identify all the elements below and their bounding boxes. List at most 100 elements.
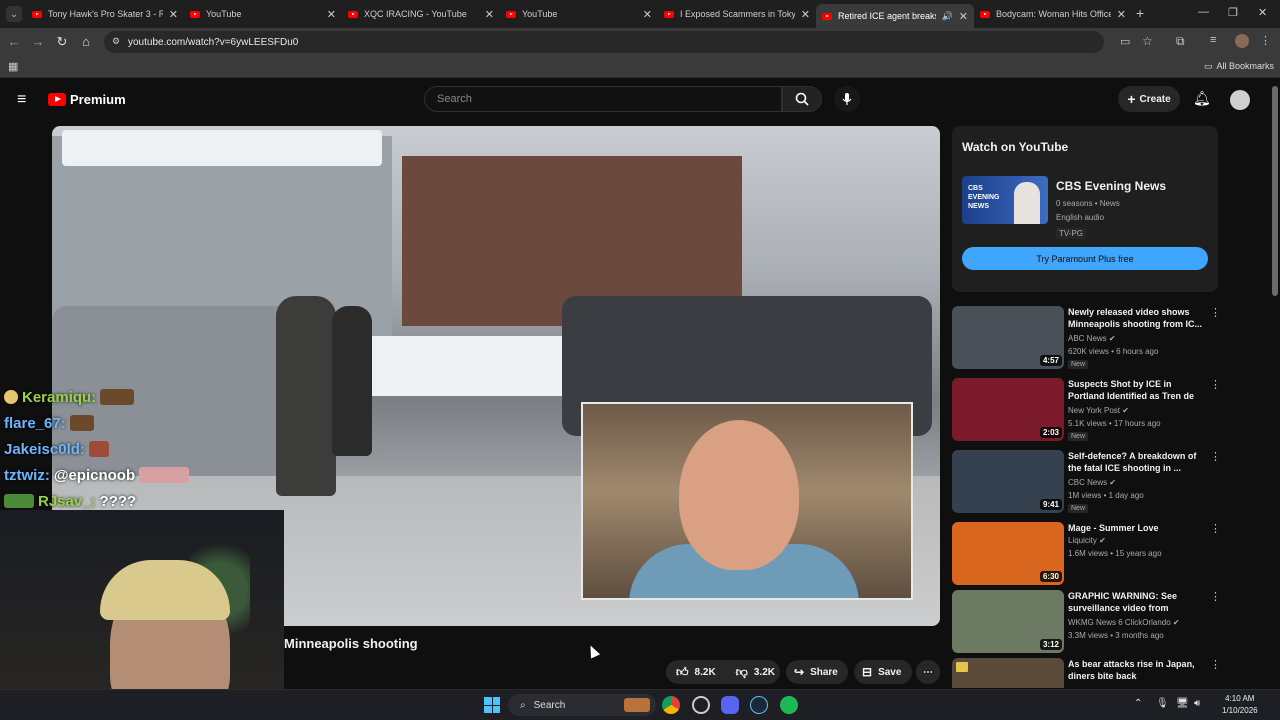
channel-name[interactable]: WKMG News 6 ClickOrlando ✔ [1068,618,1180,627]
browser-tab[interactable]: Tony Hawk's Pro Skater 3 - Rod ✕ [26,4,184,24]
windows-taskbar: ⌕ Search ⌃ 🎙︎ 🖥︎ 🔊︎ 4:10 AM 1/10/2026 [0,689,1280,720]
recommended-title[interactable]: Self-defence? A breakdown of the fatal I… [1068,450,1204,474]
search-button[interactable] [782,86,822,112]
anchor-figure [1014,182,1040,224]
tray-network-icon[interactable]: 🖥︎ [1176,698,1189,709]
media-controls-icon[interactable]: ≡ [1210,34,1216,46]
browser-tab[interactable]: YouTube ✕ [500,4,658,24]
taskbar-search[interactable]: ⌕ Search [508,694,656,716]
cast-icon[interactable]: ▭ [1120,35,1130,48]
recommended-video[interactable]: 2:03 Suspects Shot by ICE in Portland Id… [952,378,1221,444]
recommended-title[interactable]: Mage - Summer Love [1068,522,1204,534]
back-arrow-icon[interactable]: ← [6,34,22,49]
recommended-video[interactable]: 3:12 GRAPHIC WARNING: See surveillance v… [952,590,1221,656]
badge-icon [4,390,18,404]
windows-start-icon[interactable] [484,697,500,713]
try-paramount-button[interactable]: Try Paramount Plus free [962,247,1208,270]
bookmark-star-icon[interactable]: ☆ [1142,34,1153,48]
channel-name[interactable]: New York Post ✔ [1068,406,1129,415]
browser-tab-active[interactable]: Retired ICE agent breaks do🔊✕ [816,4,974,28]
caption-icon[interactable] [956,662,968,672]
speaker-icon[interactable]: 🔊 [942,11,953,22]
reload-icon[interactable]: ↻ [54,34,70,50]
recommended-title[interactable]: GRAPHIC WARNING: See surveillance video … [1068,590,1204,616]
new-tab-button[interactable]: + [1136,5,1144,21]
more-vertical-icon[interactable]: ⋮ [1210,522,1221,535]
more-vertical-icon[interactable]: ⋮ [1210,590,1221,603]
close-tab-icon[interactable]: ✕ [1117,8,1126,21]
more-vertical-icon[interactable]: ⋮ [1210,450,1221,463]
chrome-icon[interactable] [662,696,680,714]
channel-name[interactable]: CBC News ✔ [1068,478,1116,487]
browser-tab[interactable]: XQC IRACING - YouTube ✕ [342,4,500,24]
forward-arrow-icon[interactable]: → [30,34,46,49]
recommended-title[interactable]: As bear attacks rise in Japan, diners bi… [1068,658,1204,682]
create-button[interactable]: + Create [1118,86,1180,112]
close-tab-icon[interactable]: ✕ [169,8,178,21]
close-window-button[interactable]: ✕ [1258,6,1267,19]
notifications-bell-icon[interactable]: 🔔︎ [1193,90,1211,107]
recommended-video[interactable]: As bear attacks rise in Japan, diners bi… [952,658,1218,688]
recommended-video[interactable]: 6:30 Mage - Summer Love Liquicity ✔ 1.6M… [952,522,1221,588]
profile-avatar[interactable] [1235,34,1249,48]
cbs-thumbnail[interactable]: CBS EVENING NEWS [962,176,1048,224]
video-thumbnail[interactable] [952,658,1064,688]
extensions-icon[interactable]: ⧉ [1176,34,1185,49]
tray-volume-icon[interactable]: 🔊︎ [1194,698,1200,709]
mouse-cursor-icon [585,643,601,659]
search-icon [795,92,809,106]
browser-tab[interactable]: I Exposed Scammers in Tokyo! ✕ [658,4,816,24]
badge-icon [4,494,34,508]
discord-icon[interactable] [721,696,739,714]
more-vertical-icon[interactable]: ⋮ [1210,306,1221,319]
browser-menu-icon[interactable]: ⋮ [1260,34,1271,47]
site-info-icon[interactable]: ⚙ [112,36,120,47]
address-bar: ← → ↻ ⌂ ⚙ youtube.com/watch?v=6ywLEESFDu… [0,28,1280,56]
close-tab-icon[interactable]: ✕ [327,8,336,21]
microphone-icon [842,93,852,105]
save-button[interactable]: ⊟ Save [854,660,912,684]
duration-badge: 6:30 [1039,571,1062,582]
dislike-button[interactable]: 👎︎ 3.2K [736,665,775,680]
new-badge: New [1068,504,1089,513]
more-actions-button[interactable]: ⋯ [916,660,940,684]
minimize-button[interactable]: — [1198,6,1209,18]
home-icon[interactable]: ⌂ [78,34,94,49]
close-tab-icon[interactable]: ✕ [959,10,968,23]
all-bookmarks-button[interactable]: ▭ All Bookmarks [1204,61,1274,72]
restore-button[interactable]: ❐ [1228,6,1238,19]
recommended-video[interactable]: 9:41 Self-defence? A breakdown of the fa… [952,450,1221,516]
close-tab-icon[interactable]: ✕ [801,8,810,21]
browser-tab[interactable]: Bodycam: Woman Hits Officer ✕ [974,4,1132,24]
youtube-logo-icon [48,93,66,106]
page-scrollbar[interactable] [1272,86,1278,296]
more-vertical-icon[interactable]: ⋮ [1210,378,1221,391]
voice-search-button[interactable] [834,86,860,112]
steam-icon[interactable] [750,696,768,714]
tab-search-icon[interactable]: ⌄ [6,6,22,22]
tray-chevron-icon[interactable]: ⌃ [1134,698,1142,709]
search-input[interactable]: Search [424,86,782,112]
youtube-favicon-icon [980,10,990,18]
close-tab-icon[interactable]: ✕ [485,8,494,21]
tray-mic-icon[interactable]: 🎙︎ [1156,698,1169,709]
promo-title[interactable]: CBS Evening News [1056,179,1166,193]
close-tab-icon[interactable]: ✕ [643,8,652,21]
account-avatar[interactable] [1230,90,1250,110]
channel-name[interactable]: ABC News ✔ [1068,334,1116,343]
recommended-video[interactable]: 4:57 Newly released video shows Minneapo… [952,306,1221,372]
youtube-premium-logo[interactable]: Premium [48,92,126,107]
app-icon[interactable] [692,696,710,714]
channel-name[interactable]: Liquicity ✔ [1068,536,1106,545]
recommended-title[interactable]: Newly released video shows Minneapolis s… [1068,306,1204,330]
hamburger-menu-icon[interactable]: ≡ [17,91,26,109]
url-field[interactable]: ⚙ youtube.com/watch?v=6ywLEESFDu0 [104,31,1104,53]
more-vertical-icon[interactable]: ⋮ [1210,658,1218,671]
browser-tab[interactable]: YouTube ✕ [184,4,342,24]
spotify-icon[interactable] [780,696,798,714]
recommended-title[interactable]: Suspects Shot by ICE in Portland Identif… [1068,378,1204,404]
share-button[interactable]: ↪ Share [786,660,848,684]
taskbar-clock[interactable]: 4:10 AM 1/10/2026 [1222,693,1258,717]
like-button[interactable]: 👍︎ 8.2K [676,665,716,680]
apps-grid-icon[interactable]: ▦ [8,60,18,73]
